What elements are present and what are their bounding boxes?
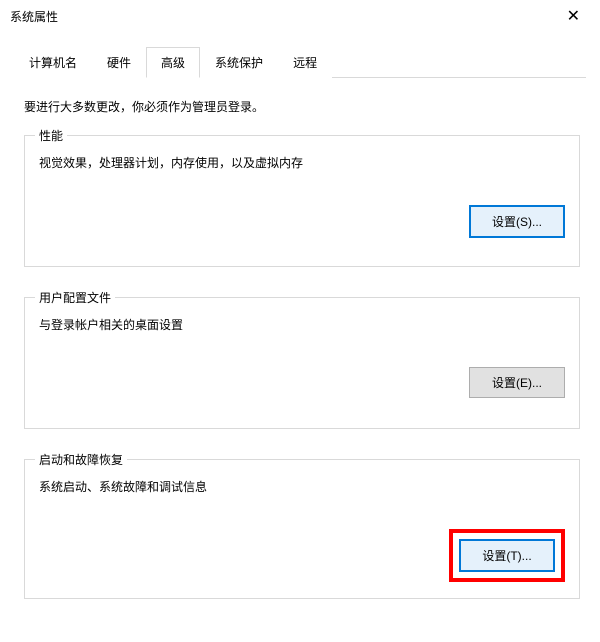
group-performance-button-row: 设置(S)...: [39, 205, 565, 238]
highlight-marker-red: 设置(T)...: [449, 529, 565, 582]
tabs: 计算机名 硬件 高级 系统保护 远程: [14, 46, 586, 78]
group-performance-desc: 视觉效果，处理器计划，内存使用，以及虚拟内存: [39, 154, 565, 171]
titlebar: 系统属性 ✕: [0, 0, 600, 32]
tab-remote[interactable]: 远程: [278, 47, 332, 78]
tab-hardware[interactable]: 硬件: [92, 47, 146, 78]
window-title: 系统属性: [10, 8, 58, 25]
settings-performance-button[interactable]: 设置(S)...: [469, 205, 565, 238]
tabs-container: 计算机名 硬件 高级 系统保护 远程: [0, 32, 600, 78]
settings-user-profiles-button[interactable]: 设置(E)...: [469, 367, 565, 398]
group-startup-recovery: 启动和故障恢复 系统启动、系统故障和调试信息 设置(T)...: [24, 459, 580, 599]
intro-text: 要进行大多数更改，你必须作为管理员登录。: [24, 98, 580, 115]
content-area: 要进行大多数更改，你必须作为管理员登录。 性能 视觉效果，处理器计划，内存使用，…: [0, 78, 600, 599]
tab-advanced[interactable]: 高级: [146, 47, 200, 78]
group-user-profiles-button-row: 设置(E)...: [39, 367, 565, 398]
close-icon[interactable]: ✕: [559, 2, 588, 30]
group-performance: 性能 视觉效果，处理器计划，内存使用，以及虚拟内存 设置(S)...: [24, 135, 580, 267]
group-startup-recovery-button-row: 设置(T)...: [39, 529, 565, 582]
group-startup-recovery-desc: 系统启动、系统故障和调试信息: [39, 478, 565, 495]
group-user-profiles-title: 用户配置文件: [35, 289, 115, 306]
tab-system-protection[interactable]: 系统保护: [200, 47, 278, 78]
group-performance-title: 性能: [35, 127, 67, 144]
group-user-profiles-desc: 与登录帐户相关的桌面设置: [39, 316, 565, 333]
group-startup-recovery-title: 启动和故障恢复: [35, 451, 127, 468]
tab-computer-name[interactable]: 计算机名: [14, 47, 92, 78]
group-user-profiles: 用户配置文件 与登录帐户相关的桌面设置 设置(E)...: [24, 297, 580, 429]
settings-startup-recovery-button[interactable]: 设置(T)...: [459, 539, 555, 572]
